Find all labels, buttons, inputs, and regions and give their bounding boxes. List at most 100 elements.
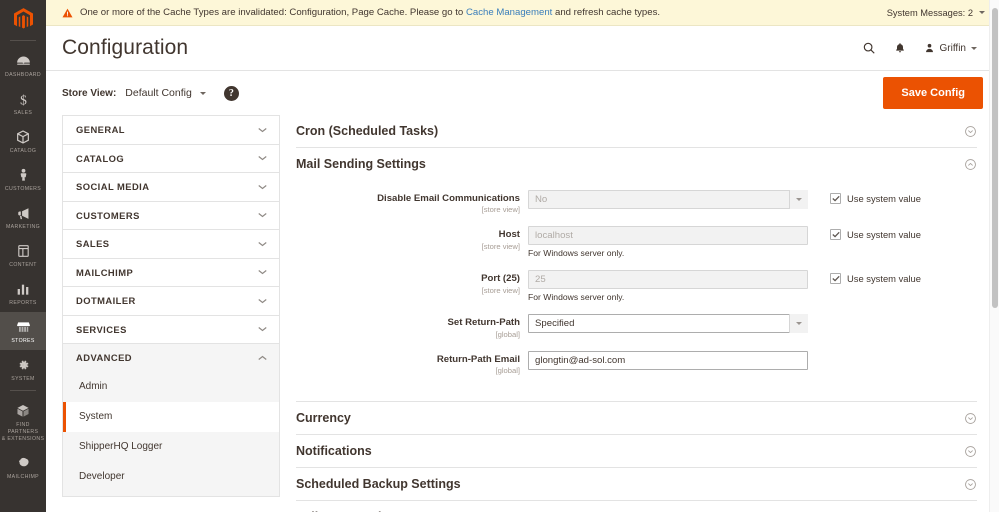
sidebar-item-content[interactable]: CONTENT xyxy=(0,236,46,274)
return-path-email-input[interactable]: glongtin@ad-sol.com xyxy=(528,350,808,370)
accordion-label-mailchimp: MAILCHIMP xyxy=(76,266,134,278)
field-row-port: Port (25) [store view] 25 For Windows se… xyxy=(296,270,977,302)
gear-icon xyxy=(14,356,32,374)
sidebar-item-stores[interactable]: STORES xyxy=(0,312,46,351)
accordion-subitems-advanced: Admin System ShipperHQ Logger Developer xyxy=(63,371,279,496)
warning-triangle-icon xyxy=(62,8,73,18)
field-control-return-path-email: glongtin@ad-sol.com xyxy=(528,350,808,370)
section-header-scheduled-backup-settings[interactable]: Scheduled Backup Settings xyxy=(296,468,977,500)
accordion-header-customers[interactable]: CUSTOMERS xyxy=(63,202,279,230)
accordion-header-mailchimp[interactable]: MAILCHIMP xyxy=(63,259,279,287)
message-text-before: One or more of the Cache Types are inval… xyxy=(80,7,466,18)
cache-management-link[interactable]: Cache Management xyxy=(466,7,552,18)
disable-email-select[interactable]: No xyxy=(528,190,808,209)
sidebar-item-customers[interactable]: CUSTOMERS xyxy=(0,160,46,198)
store-view-switcher[interactable]: Default Config xyxy=(125,87,206,99)
field-label-return-path-email: Return-Path Email [global] xyxy=(296,351,528,375)
field-label-text: Host xyxy=(498,229,520,241)
section-header-full-page-cache[interactable]: Full Page Cache xyxy=(296,501,977,512)
chevron-down-icon xyxy=(258,298,267,304)
accordion-header-services[interactable]: SERVICES xyxy=(63,316,279,344)
field-label-host: Host [store view] xyxy=(296,226,528,250)
set-return-path-select[interactable]: Specified xyxy=(528,314,808,334)
field-scope-text: [store view] xyxy=(481,285,520,295)
section-notifications: Notifications xyxy=(296,435,977,469)
system-messages-toggle[interactable]: System Messages: 2 xyxy=(887,8,985,18)
accordion-item-services: SERVICES xyxy=(62,314,280,344)
system-message-bar: One or more of the Cache Types are inval… xyxy=(46,0,999,26)
sidebar-item-sales[interactable]: $ SALES xyxy=(0,84,46,122)
search-icon[interactable] xyxy=(862,41,876,55)
save-config-button[interactable]: Save Config xyxy=(883,77,983,109)
accordion-item-general: GENERAL xyxy=(62,115,280,144)
accordion-label-advanced: ADVANCED xyxy=(76,352,133,364)
sidebar-label-content: CONTENT xyxy=(9,262,37,269)
chevron-down-icon xyxy=(796,322,802,326)
section-header-currency[interactable]: Currency xyxy=(296,402,977,434)
sidebar-item-system[interactable]: SYSTEM xyxy=(0,350,46,388)
accordion-header-general[interactable]: GENERAL xyxy=(63,116,279,144)
field-label-text: Port (25) xyxy=(481,273,520,285)
dollar-icon: $ xyxy=(14,90,32,108)
config-nav-label-admin: Admin xyxy=(79,381,108,392)
chevron-up-circle-icon xyxy=(964,158,977,171)
system-messages-label: System Messages: 2 xyxy=(886,7,973,18)
magento-logo[interactable] xyxy=(0,0,46,38)
sidebar-item-marketing[interactable]: MARKETING xyxy=(0,198,46,236)
chevron-down-icon xyxy=(258,269,267,275)
svg-text:$: $ xyxy=(20,92,27,107)
sidebar-item-catalog[interactable]: CATALOG xyxy=(0,122,46,160)
accordion-header-dotmailer[interactable]: DOTMAILER xyxy=(63,287,279,315)
dashboard-icon xyxy=(14,52,32,70)
config-nav-item-developer[interactable]: Developer xyxy=(63,462,279,492)
accordion-label-general: GENERAL xyxy=(76,124,125,136)
config-nav-item-shipperhq-logger[interactable]: ShipperHQ Logger xyxy=(63,432,279,462)
chevron-down-icon xyxy=(258,212,267,218)
section-header-cron[interactable]: Cron (Scheduled Tasks) xyxy=(296,115,977,147)
content-columns: GENERAL CATALOG SOCIAL MEDIA CUSTOMERS S… xyxy=(46,115,999,512)
accordion-item-advanced: ADVANCED Admin System ShipperHQ Logger D… xyxy=(62,343,280,497)
config-nav-item-admin[interactable]: Admin xyxy=(63,372,279,402)
accordion-item-catalog: CATALOG xyxy=(62,143,280,173)
chevron-down-icon xyxy=(258,326,267,332)
sidebar-item-find-partners-extensions[interactable]: FIND PARTNERS & EXTENSIONS xyxy=(0,396,46,448)
chevron-down-icon xyxy=(258,241,267,247)
host-input[interactable]: localhost xyxy=(528,226,808,246)
message-text-after: and refresh cache types. xyxy=(552,7,661,18)
section-header-mail-sending-settings[interactable]: Mail Sending Settings xyxy=(296,148,977,180)
use-system-value-checkbox[interactable] xyxy=(830,193,841,204)
admin-sidebar: DASHBOARD $ SALES CATALOG CUSTOMERS MARK… xyxy=(0,0,46,512)
use-system-value-label: Use system value xyxy=(847,273,921,285)
select-arrow-button[interactable] xyxy=(789,190,808,209)
field-scope-text: [global] xyxy=(495,366,521,376)
accordion-header-advanced[interactable]: ADVANCED xyxy=(63,344,279,372)
field-row-host: Host [store view] localhost For Windows … xyxy=(296,226,977,258)
config-nav-item-system[interactable]: System xyxy=(63,401,279,432)
sidebar-label-mailchimp: MAILCHIMP xyxy=(7,474,39,481)
accordion-header-social-media[interactable]: SOCIAL MEDIA xyxy=(63,173,279,201)
user-menu[interactable]: Griffin xyxy=(924,42,977,54)
accordion-item-mailchimp: MAILCHIMP xyxy=(62,257,280,287)
sidebar-item-mailchimp[interactable]: MAILCHIMP xyxy=(0,448,46,486)
vertical-scrollbar[interactable] xyxy=(989,0,999,512)
accordion-header-sales[interactable]: SALES xyxy=(63,230,279,258)
sidebar-item-reports[interactable]: REPORTS xyxy=(0,274,46,312)
field-row-return-path-email: Return-Path Email [global] glongtin@ad-s… xyxy=(296,350,977,375)
mailchimp-icon xyxy=(14,454,32,472)
section-scheduled-backup-settings: Scheduled Backup Settings xyxy=(296,468,977,502)
sidebar-label-reports: REPORTS xyxy=(9,300,37,307)
select-arrow-button[interactable] xyxy=(789,314,808,334)
section-header-notifications[interactable]: Notifications xyxy=(296,435,977,467)
use-system-value-checkbox[interactable] xyxy=(830,273,841,285)
scrollbar-thumb[interactable] xyxy=(992,8,998,308)
bell-icon[interactable] xyxy=(894,41,906,55)
question-mark-icon[interactable]: ? xyxy=(223,85,239,101)
chevron-down-circle-icon xyxy=(964,125,977,138)
section-title-scheduled-backup-settings: Scheduled Backup Settings xyxy=(296,477,461,492)
sidebar-item-dashboard[interactable]: DASHBOARD xyxy=(0,46,46,84)
accordion-header-catalog[interactable]: CATALOG xyxy=(63,145,279,173)
accordion-item-dotmailer: DOTMAILER xyxy=(62,286,280,315)
field-scope-text: [store view] xyxy=(481,205,520,215)
port-input[interactable]: 25 xyxy=(528,270,808,290)
use-system-value-checkbox[interactable] xyxy=(830,229,841,241)
